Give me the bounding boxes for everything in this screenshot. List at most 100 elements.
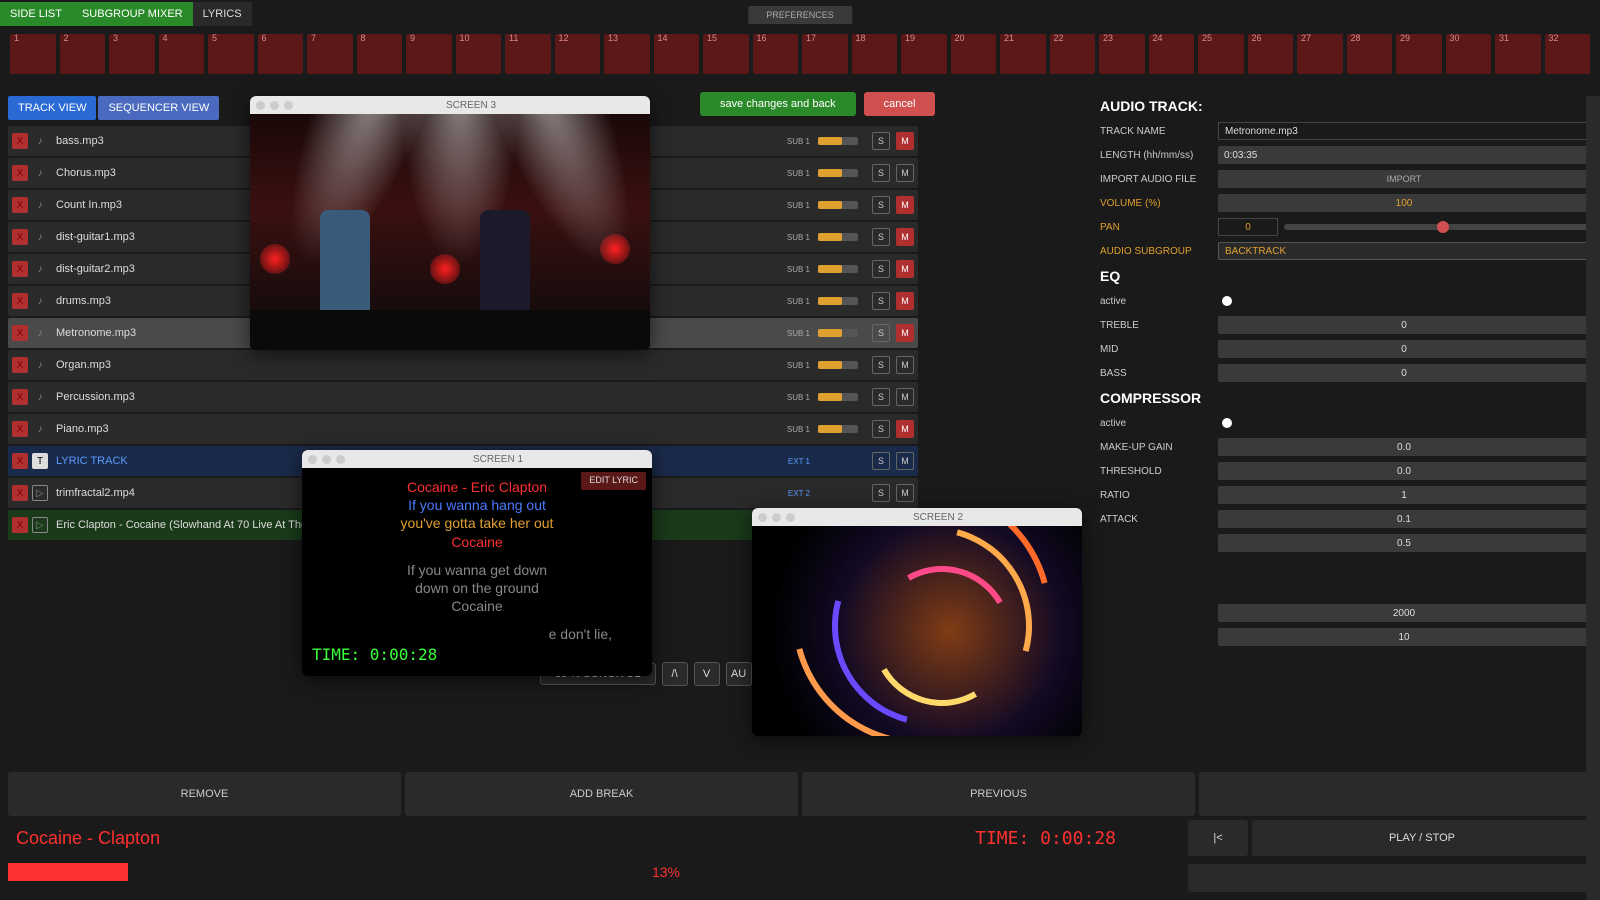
extra-value-1[interactable]: 2000 [1218, 604, 1590, 622]
delete-track-button[interactable]: X [12, 293, 28, 309]
makeup-value[interactable]: 0.0 [1218, 438, 1590, 456]
mute-button[interactable]: M [896, 324, 914, 342]
delete-track-button[interactable]: X [12, 133, 28, 149]
comp-active-toggle[interactable] [1222, 418, 1232, 428]
delete-track-button[interactable]: X [12, 453, 28, 469]
ratio-value[interactable]: 1 [1218, 486, 1590, 504]
remove-button[interactable]: REMOVE [8, 772, 401, 816]
window-dot-icon[interactable] [322, 455, 331, 464]
mute-button[interactable]: M [896, 420, 914, 438]
mute-button[interactable]: M [896, 228, 914, 246]
delete-track-button[interactable]: X [12, 357, 28, 373]
slot[interactable]: 31 [1495, 34, 1541, 74]
track-volume-slider[interactable] [818, 329, 858, 337]
track-volume-slider[interactable] [818, 297, 858, 305]
solo-button[interactable]: S [872, 356, 890, 374]
volume-up-button[interactable]: /\ [662, 662, 688, 686]
solo-button[interactable]: S [872, 420, 890, 438]
slot[interactable]: 29 [1396, 34, 1442, 74]
slot[interactable]: 4 [159, 34, 205, 74]
slot[interactable]: 5 [208, 34, 254, 74]
scrollbar[interactable] [1586, 96, 1600, 900]
delete-track-button[interactable]: X [12, 197, 28, 213]
slot[interactable]: 7 [307, 34, 353, 74]
import-button[interactable]: IMPORT [1218, 170, 1590, 188]
screen-2-window[interactable]: SCREEN 2 [752, 508, 1082, 736]
slot[interactable]: 20 [951, 34, 997, 74]
slot[interactable]: 14 [654, 34, 700, 74]
slot[interactable]: 15 [703, 34, 749, 74]
solo-button[interactable]: S [872, 164, 890, 182]
delete-track-button[interactable]: X [12, 421, 28, 437]
tab-subgroup-mixer[interactable]: SUBGROUP MIXER [72, 2, 193, 26]
solo-button[interactable]: S [872, 388, 890, 406]
window-dot-icon[interactable] [336, 455, 345, 464]
tab-track-view[interactable]: TRACK VIEW [8, 96, 96, 120]
track-volume-slider[interactable] [818, 393, 858, 401]
track-row[interactable]: X♪Piano.mp3SUB 1SM [8, 414, 918, 444]
track-name-input[interactable] [1218, 122, 1590, 140]
threshold-value[interactable]: 0.0 [1218, 462, 1590, 480]
track-row[interactable]: X♪Percussion.mp3SUB 1SM [8, 382, 918, 412]
delete-track-button[interactable]: X [12, 261, 28, 277]
slot[interactable]: 19 [901, 34, 947, 74]
treble-value[interactable]: 0 [1218, 316, 1590, 334]
solo-button[interactable]: S [872, 228, 890, 246]
delete-track-button[interactable]: X [12, 389, 28, 405]
slot[interactable]: 22 [1050, 34, 1096, 74]
pan-slider[interactable] [1284, 224, 1590, 230]
delete-track-button[interactable]: X [12, 485, 28, 501]
previous-button[interactable]: PREVIOUS [802, 772, 1195, 816]
release-value[interactable]: 0.5 [1218, 534, 1590, 552]
slot[interactable]: 10 [456, 34, 502, 74]
window-dot-icon[interactable] [786, 513, 795, 522]
track-volume-slider[interactable] [818, 201, 858, 209]
delete-track-button[interactable]: X [12, 517, 28, 533]
track-volume-slider[interactable] [818, 233, 858, 241]
window-dot-icon[interactable] [758, 513, 767, 522]
bass-value[interactable]: 0 [1218, 364, 1590, 382]
mute-button[interactable]: M [896, 132, 914, 150]
solo-button[interactable]: S [872, 452, 890, 470]
mute-button[interactable]: M [896, 484, 914, 502]
solo-button[interactable]: S [872, 196, 890, 214]
volume-down-button[interactable]: V [694, 662, 720, 686]
mute-button[interactable]: M [896, 292, 914, 310]
slot[interactable]: 9 [406, 34, 452, 74]
slot[interactable]: 13 [604, 34, 650, 74]
pan-handle[interactable] [1437, 221, 1449, 233]
track-volume-slider[interactable] [818, 137, 858, 145]
slot[interactable]: 12 [555, 34, 601, 74]
window-dot-icon[interactable] [270, 101, 279, 110]
track-volume-slider[interactable] [818, 361, 858, 369]
slot[interactable]: 23 [1099, 34, 1145, 74]
tab-sequencer-view[interactable]: SEQUENCER VIEW [98, 96, 219, 120]
rewind-button[interactable]: |< [1188, 820, 1248, 856]
solo-button[interactable]: S [872, 484, 890, 502]
mute-button[interactable]: M [896, 452, 914, 470]
slot[interactable]: 28 [1347, 34, 1393, 74]
screen-1-window[interactable]: SCREEN 1 EDIT LYRIC Cocaine - Eric Clapt… [302, 450, 652, 676]
slot[interactable]: 21 [1000, 34, 1046, 74]
slot[interactable]: 17 [802, 34, 848, 74]
mute-button[interactable]: M [896, 196, 914, 214]
window-dot-icon[interactable] [308, 455, 317, 464]
tab-lyrics[interactable]: LYRICS [193, 2, 252, 26]
volume-value[interactable]: 100 [1218, 194, 1590, 212]
track-volume-slider[interactable] [818, 169, 858, 177]
track-volume-slider[interactable] [818, 425, 858, 433]
slot[interactable]: 32 [1545, 34, 1591, 74]
slot[interactable]: 18 [852, 34, 898, 74]
delete-track-button[interactable]: X [12, 165, 28, 181]
solo-button[interactable]: S [872, 292, 890, 310]
slot[interactable]: 3 [109, 34, 155, 74]
window-dot-icon[interactable] [256, 101, 265, 110]
mute-button[interactable]: M [896, 356, 914, 374]
mid-value[interactable]: 0 [1218, 340, 1590, 358]
delete-track-button[interactable]: X [12, 229, 28, 245]
attack-value[interactable]: 0.1 [1218, 510, 1590, 528]
slot[interactable]: 27 [1297, 34, 1343, 74]
solo-button[interactable]: S [872, 260, 890, 278]
slot[interactable]: 25 [1198, 34, 1244, 74]
progress-bar[interactable] [8, 863, 128, 881]
